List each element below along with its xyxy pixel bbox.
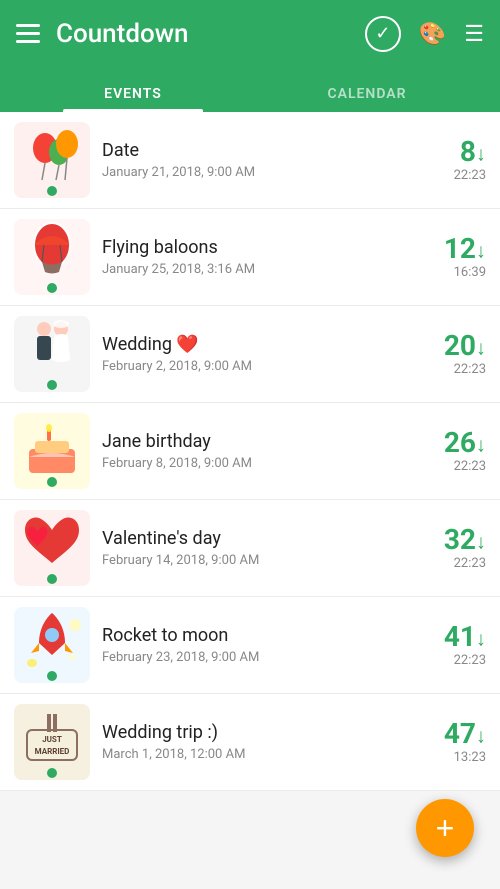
arrow-down-icon: ↓ [476,627,486,651]
event-item[interactable]: Rocket to moon February 23, 2018, 9:00 A… [0,597,500,694]
filter-button[interactable]: ☰ [464,21,484,47]
event-item[interactable]: Valentine's day February 14, 2018, 9:00 … [0,500,500,597]
arrow-down-icon: ↓ [476,724,486,748]
event-name: Wedding trip :) [102,722,414,743]
countdown-days: 8↓ [426,137,486,168]
countdown-time: 22:23 [426,653,486,668]
event-date: February 2, 2018, 9:00 AM [102,359,414,374]
event-date: February 23, 2018, 9:00 AM [102,650,414,665]
event-countdown: 26↓ 22:23 [426,428,486,474]
event-dot [47,380,57,390]
event-info: Wedding ❤️ February 2, 2018, 9:00 AM [90,334,426,374]
svg-text:MARRIED: MARRIED [35,747,70,756]
event-item[interactable]: Date January 21, 2018, 9:00 AM 8↓ 22:23 [0,112,500,209]
event-dot [47,283,57,293]
event-thumbnail: JUST MARRIED [14,704,90,780]
event-name: Date [102,140,414,161]
tab-events[interactable]: EVENTS [16,86,250,112]
countdown-time: 22:23 [426,362,486,377]
countdown-time: 13:23 [426,750,486,765]
event-date: February 14, 2018, 9:00 AM [102,553,414,568]
countdown-time: 22:23 [426,556,486,571]
countdown-days: 47↓ [426,719,486,750]
event-list: Date January 21, 2018, 9:00 AM 8↓ 22:23 … [0,112,500,791]
event-thumbnail [14,413,90,489]
event-info: Flying baloons January 25, 2018, 3:16 AM [90,237,426,277]
header-icons: ✓ 🎨 ☰ [365,16,484,52]
palette-icon: 🎨 [419,21,446,47]
event-name: Rocket to moon [102,625,414,646]
arrow-down-icon: ↓ [476,142,486,166]
checkmark-button[interactable]: ✓ [365,16,401,52]
countdown-days: 20↓ [426,331,486,362]
event-countdown: 47↓ 13:23 [426,719,486,765]
event-name: Jane birthday [102,431,414,452]
countdown-time: 22:23 [426,168,486,183]
filter-icon: ☰ [464,21,484,47]
event-thumbnail [14,219,90,295]
tab-calendar[interactable]: CALENDAR [250,86,484,112]
countdown-time: 22:23 [426,459,486,474]
countdown-days: 32↓ [426,525,486,556]
event-date: March 1, 2018, 12:00 AM [102,747,414,762]
event-date: January 25, 2018, 3:16 AM [102,262,414,277]
event-name: Valentine's day [102,528,414,549]
countdown-days: 26↓ [426,428,486,459]
event-countdown: 12↓ 16:39 [426,234,486,280]
event-dot [47,574,57,584]
menu-button[interactable] [16,24,40,43]
app-title: Countdown [56,19,349,49]
event-thumbnail [14,607,90,683]
event-item[interactable]: JUST MARRIED Wedding trip :) March 1, 20… [0,694,500,791]
header: Countdown ✓ 🎨 ☰ EVENTS CALENDAR [0,0,500,112]
event-info: Jane birthday February 8, 2018, 9:00 AM [90,431,426,471]
svg-text:JUST: JUST [42,735,62,744]
event-info: Wedding trip :) March 1, 2018, 12:00 AM [90,722,426,762]
add-event-button[interactable]: + [416,799,474,857]
event-date: January 21, 2018, 9:00 AM [102,165,414,180]
arrow-down-icon: ↓ [476,239,486,263]
event-dot [47,477,57,487]
event-info: Date January 21, 2018, 9:00 AM [90,140,426,180]
event-countdown: 32↓ 22:23 [426,525,486,571]
arrow-down-icon: ↓ [476,433,486,457]
event-item[interactable]: Flying baloons January 25, 2018, 3:16 AM… [0,209,500,306]
event-name: Flying baloons [102,237,414,258]
event-dot [47,671,57,681]
countdown-time: 16:39 [426,265,486,280]
event-thumbnail [14,510,90,586]
arrow-down-icon: ↓ [476,530,486,554]
event-name: Wedding ❤️ [102,334,414,355]
event-countdown: 20↓ 22:23 [426,331,486,377]
countdown-days: 12↓ [426,234,486,265]
countdown-days: 41↓ [426,622,486,653]
event-countdown: 8↓ 22:23 [426,137,486,183]
event-thumbnail [14,122,90,198]
event-item[interactable]: Wedding ❤️ February 2, 2018, 9:00 AM 20↓… [0,306,500,403]
event-dot [47,186,57,196]
event-thumbnail [14,316,90,392]
tab-bar: EVENTS CALENDAR [16,67,484,112]
event-item[interactable]: Jane birthday February 8, 2018, 9:00 AM … [0,403,500,500]
checkmark-icon: ✓ [375,23,390,44]
event-date: February 8, 2018, 9:00 AM [102,456,414,471]
arrow-down-icon: ↓ [476,336,486,360]
event-info: Valentine's day February 14, 2018, 9:00 … [90,528,426,568]
event-countdown: 41↓ 22:23 [426,622,486,668]
event-info: Rocket to moon February 23, 2018, 9:00 A… [90,625,426,665]
event-dot [47,768,57,778]
palette-button[interactable]: 🎨 [419,21,446,47]
